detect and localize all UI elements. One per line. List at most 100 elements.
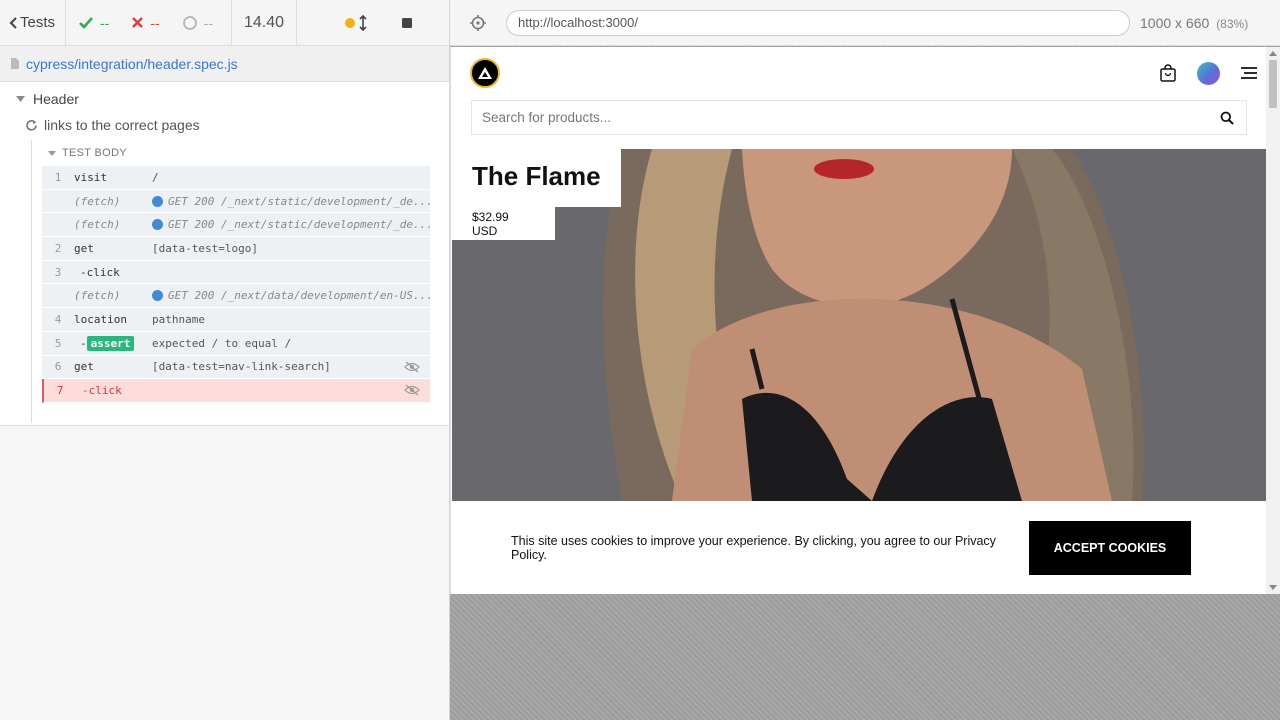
accept-cookies-button[interactable]: ACCEPT COOKIES bbox=[1028, 520, 1191, 575]
app-iframe: Search for products... The Flame $32.99 … bbox=[450, 47, 1280, 594]
product-price: $32.99 USD bbox=[452, 207, 555, 240]
failed-count: -- bbox=[150, 14, 160, 31]
test-body-label: TEST BODY bbox=[62, 147, 127, 159]
command-row[interactable]: 3 -click bbox=[42, 260, 430, 285]
scroll-up-icon[interactable] bbox=[1269, 51, 1277, 56]
search-input[interactable]: Search for products... bbox=[471, 100, 1247, 135]
command-row[interactable]: (fetch) GET 200 /_next/static/developmen… bbox=[42, 189, 430, 214]
command-row[interactable]: 1 visit / bbox=[42, 166, 430, 190]
command-message: GET 200 /_next/static/development/_de... bbox=[152, 218, 430, 231]
command-row[interactable]: (fetch) GET 200 /_next/data/development/… bbox=[42, 284, 430, 309]
command-name: - assert bbox=[74, 335, 152, 351]
eye-slash-icon bbox=[404, 361, 420, 372]
stats-group: -- -- -- bbox=[66, 0, 232, 45]
x-icon bbox=[132, 17, 144, 28]
scrollbar[interactable] bbox=[1266, 47, 1280, 594]
aut-header: http://localhost:3000/ 1000 x 660 (83%) bbox=[450, 0, 1280, 46]
command-number: 1 bbox=[54, 170, 62, 184]
viewport-size: 1000 x 660 bbox=[1140, 14, 1210, 31]
command-message: [data-test=nav-link-search] bbox=[152, 360, 331, 374]
suite-title: Header bbox=[33, 91, 79, 107]
command-row-failed[interactable]: 7 -click bbox=[42, 379, 430, 403]
command-message: GET 200 /_next/data/development/en-US... bbox=[152, 289, 430, 302]
test-body-header[interactable]: TEST BODY bbox=[42, 140, 449, 166]
site-navbar bbox=[451, 47, 1280, 99]
duration: 14.40 bbox=[232, 0, 298, 45]
command-name: -click bbox=[82, 384, 122, 398]
selector-playground-button[interactable] bbox=[450, 0, 506, 46]
shopping-bag-icon[interactable] bbox=[1159, 64, 1177, 82]
command-row[interactable]: 6 get [data-test=nav-link-search] bbox=[42, 355, 430, 380]
crosshair-icon bbox=[470, 14, 486, 31]
passed-count: -- bbox=[100, 14, 110, 31]
command-number: 2 bbox=[54, 241, 62, 255]
command-name: -click bbox=[80, 265, 120, 279]
spec-path-label: cypress/integration/header.spec.js bbox=[26, 55, 238, 72]
cookie-banner: This site uses cookies to improve your e… bbox=[452, 501, 1267, 594]
tests-back-button[interactable]: Tests bbox=[0, 0, 67, 45]
auto-scroll-icon[interactable] bbox=[359, 14, 367, 31]
suite-header[interactable]: Header bbox=[0, 82, 449, 110]
test-body: TEST BODY 1 visit / (fetch) GET 200 /_ne… bbox=[31, 140, 449, 423]
product-title: The Flame bbox=[452, 149, 621, 207]
command-number: 7 bbox=[56, 384, 64, 398]
command-log: 1 visit / (fetch) GET 200 /_next/static/… bbox=[42, 166, 430, 403]
scroll-down-icon[interactable] bbox=[1269, 585, 1277, 590]
url-bar[interactable]: http://localhost:3000/ bbox=[506, 9, 1130, 36]
cookie-message: This site uses cookies to improve your e… bbox=[511, 533, 996, 562]
search-icon[interactable] bbox=[1220, 111, 1234, 125]
command-row[interactable]: 4 location pathname bbox=[42, 308, 430, 332]
failed-stat: -- bbox=[131, 14, 160, 31]
scrollbar-thumb[interactable] bbox=[1269, 60, 1277, 108]
logo-icon[interactable] bbox=[470, 58, 500, 88]
fetch-url: GET 200 /_next/static/development/_de... bbox=[168, 218, 430, 232]
eye-slash-icon bbox=[404, 384, 420, 396]
test-item[interactable]: links to the correct pages bbox=[0, 110, 449, 140]
reporter-header: Tests -- -- -- 14.40 bbox=[0, 0, 449, 46]
avatar[interactable] bbox=[1197, 61, 1220, 85]
refresh-icon bbox=[26, 119, 37, 131]
xhr-status-icon bbox=[152, 290, 163, 302]
test-reporter: Tests -- -- -- 14.40 cypress/integration… bbox=[0, 0, 450, 720]
spec-path[interactable]: cypress/integration/header.spec.js bbox=[0, 46, 449, 82]
fetch-url: GET 200 /_next/static/development/_de... bbox=[168, 194, 430, 208]
fetch-url: GET 200 /_next/data/development/en-US... bbox=[168, 289, 430, 303]
xhr-status-icon bbox=[152, 195, 163, 207]
command-name: (fetch) bbox=[74, 289, 121, 303]
runnables-list: Header links to the correct pages TEST B… bbox=[0, 82, 449, 426]
command-name: (fetch) bbox=[74, 194, 121, 208]
caret-down-icon bbox=[16, 96, 25, 102]
pending-count: -- bbox=[203, 14, 213, 31]
stop-icon[interactable] bbox=[401, 17, 413, 29]
hero-banner[interactable]: The Flame $32.99 USD bbox=[452, 149, 1267, 501]
file-icon bbox=[11, 58, 19, 69]
menu-icon[interactable] bbox=[1240, 66, 1258, 80]
test-title: links to the correct pages bbox=[44, 117, 200, 133]
command-number: 5 bbox=[54, 336, 62, 350]
command-name: get bbox=[74, 360, 94, 374]
xhr-status-icon bbox=[152, 219, 163, 231]
tests-label: Tests bbox=[20, 14, 56, 31]
command-row[interactable]: (fetch) GET 200 /_next/static/developmen… bbox=[42, 213, 430, 238]
command-number: 3 bbox=[54, 265, 62, 279]
caret-down-icon bbox=[48, 150, 56, 156]
command-message: / bbox=[152, 170, 159, 184]
command-row[interactable]: 5 - assert expected / to equal / bbox=[42, 331, 430, 356]
command-message: expected / to equal / bbox=[152, 336, 292, 350]
chevron-left-icon bbox=[9, 16, 17, 29]
command-name: get bbox=[74, 241, 94, 255]
command-row[interactable]: 2 get [data-test=logo] bbox=[42, 237, 430, 261]
command-number: 4 bbox=[54, 312, 62, 326]
passed-stat: -- bbox=[78, 15, 109, 31]
command-number: 6 bbox=[54, 360, 62, 374]
command-name: location bbox=[74, 312, 127, 326]
check-icon bbox=[79, 16, 93, 29]
viewport-scale: (83%) bbox=[1216, 16, 1249, 31]
pending-stat: -- bbox=[182, 15, 213, 31]
assert-badge: assert bbox=[86, 335, 135, 351]
command-message: GET 200 /_next/static/development/_de... bbox=[152, 195, 430, 208]
command-message: [data-test=logo] bbox=[152, 241, 258, 255]
command-name: (fetch) bbox=[74, 218, 121, 232]
command-name: visit bbox=[74, 170, 108, 184]
running-indicator-icon bbox=[345, 17, 356, 28]
